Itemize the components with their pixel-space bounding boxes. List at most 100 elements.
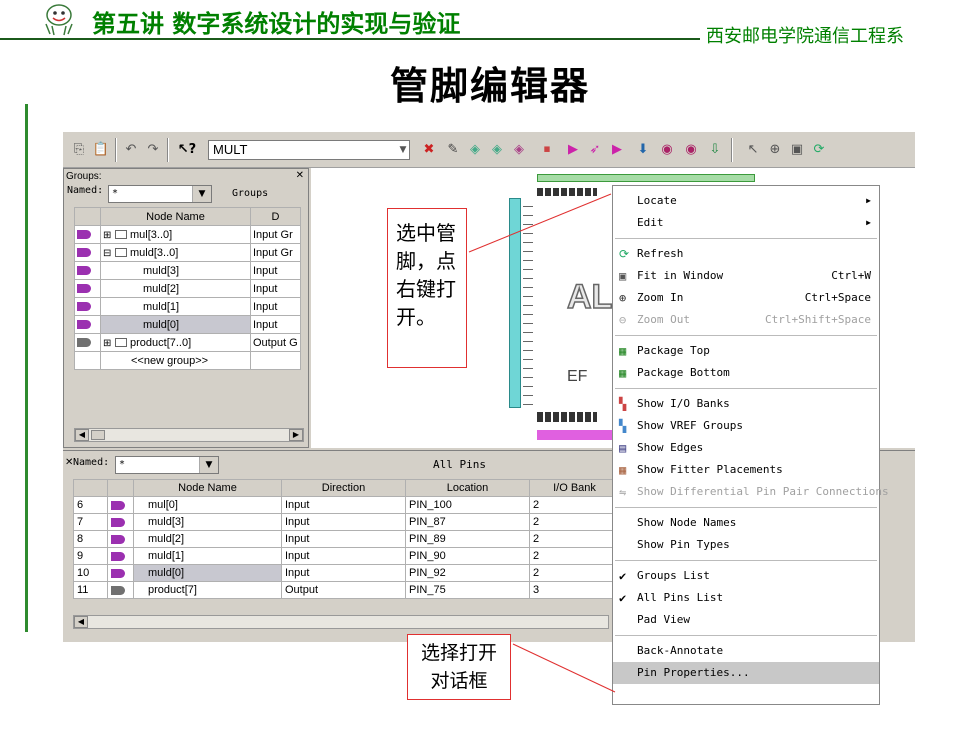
menu-item-refresh[interactable]: ⟳ Refresh: [613, 243, 879, 265]
menu-item-groups-list[interactable]: ✔ Groups List: [613, 565, 879, 587]
menu-item-show-fitter-placements[interactable]: ▦ Show Fitter Placements: [613, 459, 879, 481]
copy-icon[interactable]: ⎘: [69, 140, 89, 160]
redo-icon[interactable]: ↷: [143, 140, 163, 160]
combo-dropdown-icon[interactable]: ▼: [395, 140, 411, 160]
menu-item-zoom-out[interactable]: ⊖ Zoom Out Ctrl+Shift+Space: [613, 309, 879, 331]
input-pin-icon: [111, 568, 125, 578]
menu-item-label: Show I/O Banks: [637, 397, 730, 410]
entity-combo[interactable]: MULT: [208, 140, 410, 160]
menu-item-pin-properties[interactable]: Pin Properties...: [613, 662, 879, 684]
menu-item-package-bottom[interactable]: ▦ Package Bottom: [613, 362, 879, 384]
horizontal-scrollbar[interactable]: ◀: [73, 615, 609, 629]
check-pin-icon[interactable]: ◈: [465, 140, 485, 160]
table-row-selected[interactable]: 10 muld[0] Input PIN_92 2: [73, 564, 620, 582]
lecture-title: 第五讲 数字系统设计的实现与验证: [92, 9, 461, 38]
column-header[interactable]: Node Name: [133, 479, 282, 497]
table-row[interactable]: ⊞ product[7..0] Output G: [74, 333, 301, 352]
direction-cell: Input: [250, 315, 301, 334]
table-row[interactable]: ⊟ muld[3..0] Input Gr: [74, 243, 301, 262]
menu-item-locate[interactable]: Locate ▶: [613, 190, 879, 212]
input-pin-icon: [111, 534, 125, 544]
location-cell[interactable]: PIN_87: [405, 513, 530, 531]
zoom-icon[interactable]: ⊕: [765, 140, 785, 160]
collapse-icon[interactable]: ⊟: [103, 248, 112, 259]
package-bottom-icon[interactable]: ◉: [681, 140, 701, 160]
refresh-icon: ⟳: [619, 247, 630, 261]
table-row[interactable]: 7 muld[3] Input PIN_87 2: [73, 513, 620, 531]
input-pin-icon: [77, 230, 91, 240]
table-row[interactable]: 9 muld[1] Input PIN_90 2: [73, 547, 620, 565]
row-number: 6: [73, 496, 108, 514]
window-icon[interactable]: ▣: [787, 140, 807, 160]
menu-item-show-differential-pin-pair-connections[interactable]: ⇋ Show Differential Pin Pair Connections: [613, 481, 889, 503]
location-cell[interactable]: PIN_75: [405, 581, 530, 599]
io-banks-icon: ▚: [619, 397, 627, 411]
help-pointer-icon[interactable]: ↖?: [177, 140, 197, 160]
close-icon[interactable]: ✕: [296, 170, 304, 181]
table-row[interactable]: muld[1] Input: [74, 297, 301, 316]
node-name: product[7..0]: [130, 336, 192, 349]
column-header[interactable]: [73, 479, 108, 497]
menu-item-pad-view[interactable]: Pad View: [613, 609, 879, 631]
scroll-left-icon[interactable]: ◀: [75, 429, 89, 441]
package-icon[interactable]: ◉: [657, 140, 677, 160]
menu-item-show-node-names[interactable]: Show Node Names: [613, 512, 879, 534]
menu-item-edit[interactable]: Edit ▶: [613, 212, 879, 234]
column-header[interactable]: Node Name: [100, 207, 251, 226]
menu-item-back-annotate[interactable]: Back-Annotate: [613, 640, 879, 662]
column-header[interactable]: [107, 479, 134, 497]
menu-item-show-i-o-banks[interactable]: ▚ Show I/O Banks: [613, 393, 879, 415]
table-row[interactable]: 11 product[7] Output PIN_75 3: [73, 581, 620, 599]
expand-icon[interactable]: ⊞: [103, 338, 112, 349]
programmer-icon[interactable]: ⇩: [705, 140, 725, 160]
menu-item-show-pin-types[interactable]: Show Pin Types: [613, 534, 879, 556]
table-row-selected[interactable]: muld[0] Input: [74, 315, 301, 334]
scroll-left-icon[interactable]: ◀: [74, 616, 88, 628]
column-header[interactable]: Direction: [281, 479, 406, 497]
horizontal-scrollbar[interactable]: ◀ ▶: [74, 428, 304, 442]
paste-icon[interactable]: 📋: [91, 140, 111, 160]
menu-item-package-top[interactable]: ▦ Package Top: [613, 340, 879, 362]
package-top-icon: ▦: [619, 344, 627, 358]
column-header[interactable]: Location: [405, 479, 530, 497]
refresh-tool-icon[interactable]: ⟳: [809, 140, 829, 160]
location-cell[interactable]: PIN_89: [405, 530, 530, 548]
location-cell[interactable]: PIN_92: [405, 564, 530, 582]
toolbar-separator: [167, 138, 169, 162]
menu-separator: [615, 388, 877, 389]
expand-icon[interactable]: ⊞: [103, 230, 112, 241]
table-row[interactable]: ⊞ mul[3..0] Input Gr: [74, 225, 301, 244]
scroll-thumb[interactable]: [91, 430, 105, 440]
menu-item-zoom-in[interactable]: ⊕ Zoom In Ctrl+Space: [613, 287, 879, 309]
start-fitter-icon[interactable]: ▶: [607, 140, 627, 160]
stop-icon[interactable]: ⏹: [537, 140, 557, 160]
table-row[interactable]: 6 mul[0] Input PIN_100 2: [73, 496, 620, 514]
menu-item-all-pins-list[interactable]: ✔ All Pins List: [613, 587, 879, 609]
pencil-icon[interactable]: ✎: [443, 140, 463, 160]
check-all-icon[interactable]: ◈: [509, 140, 529, 160]
chevron-down-icon[interactable]: ▼: [192, 186, 211, 202]
check-group-icon[interactable]: ◈: [487, 140, 507, 160]
icon-column-header: [74, 207, 101, 226]
scroll-right-icon[interactable]: ▶: [289, 429, 303, 441]
pin-view-icon[interactable]: ⬇: [633, 140, 653, 160]
table-row[interactable]: muld[2] Input: [74, 279, 301, 298]
delete-assignment-icon[interactable]: ✖: [419, 140, 439, 160]
menu-item-fit-in-window[interactable]: ▣ Fit in Window Ctrl+W: [613, 265, 879, 287]
location-cell[interactable]: PIN_100: [405, 496, 530, 514]
chevron-down-icon[interactable]: ▼: [199, 457, 218, 473]
new-group-row[interactable]: <<new group>>: [74, 351, 301, 370]
table-row[interactable]: muld[3] Input: [74, 261, 301, 280]
start-icon[interactable]: ▶: [563, 140, 583, 160]
toolbar-separator: [115, 138, 117, 162]
column-header[interactable]: D: [250, 207, 301, 226]
io-bank-cell: 2: [529, 547, 620, 565]
select-pointer-icon[interactable]: ↖: [743, 140, 763, 160]
location-cell[interactable]: PIN_90: [405, 547, 530, 565]
column-header[interactable]: I/O Bank: [529, 479, 620, 497]
undo-icon[interactable]: ↶: [121, 140, 141, 160]
menu-item-show-edges[interactable]: ▤ Show Edges: [613, 437, 879, 459]
menu-item-show-vref-groups[interactable]: ▚ Show VREF Groups: [613, 415, 879, 437]
start-analysis-icon[interactable]: ➶: [585, 140, 605, 160]
table-row[interactable]: 8 muld[2] Input PIN_89 2: [73, 530, 620, 548]
